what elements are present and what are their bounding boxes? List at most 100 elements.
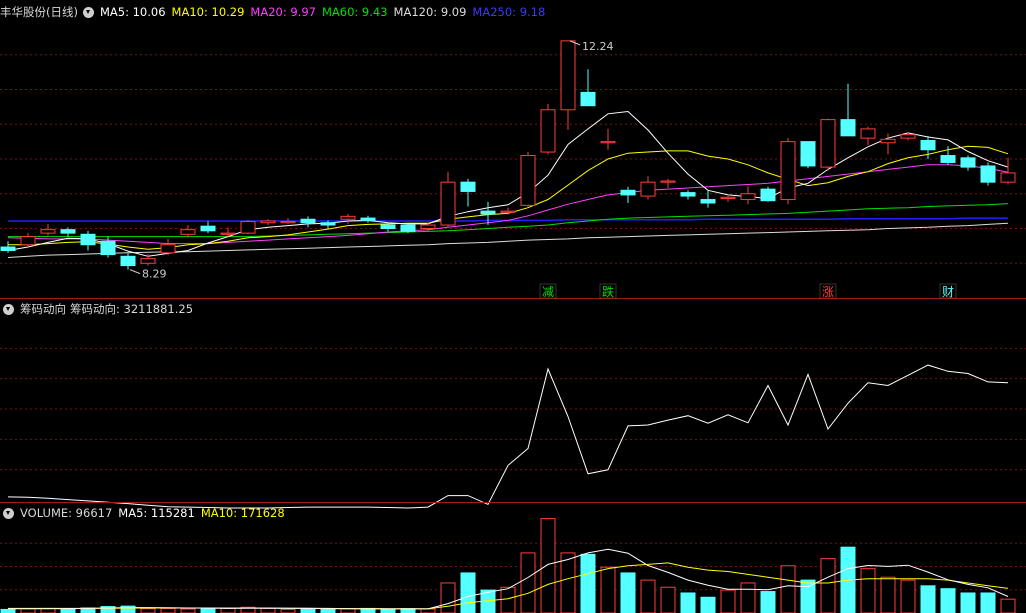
event-marker: 跌 xyxy=(602,284,614,299)
ma10-readout: MA10: 10.29 xyxy=(171,5,245,19)
volume-bar-down xyxy=(760,591,776,613)
volume-bar-down xyxy=(380,608,396,613)
volume-bar-down xyxy=(800,579,816,613)
volume-bar-down xyxy=(60,608,76,613)
candle-up xyxy=(280,221,296,224)
candle-down xyxy=(700,199,716,204)
candle-down xyxy=(620,189,636,196)
candle-up xyxy=(860,128,876,139)
volume-bar-down xyxy=(680,592,696,613)
candle-down xyxy=(680,192,696,197)
volume-bar-down xyxy=(980,592,996,613)
ma5-line xyxy=(7,110,1009,257)
ma20-readout: MA20: 9.97 xyxy=(250,5,316,19)
volume-bar-up xyxy=(220,607,236,613)
candle-down xyxy=(360,217,376,221)
chip-indicator-value: 筹码动向: 3211881.25 xyxy=(70,302,194,316)
candle-up xyxy=(780,141,796,201)
candle-up xyxy=(820,119,836,168)
volume-bar-down xyxy=(620,572,636,613)
volume-bar-up xyxy=(160,607,176,613)
candle-down xyxy=(980,165,996,183)
candle-up xyxy=(520,155,536,206)
volume-bar-down xyxy=(0,608,16,613)
candle-up xyxy=(340,215,356,220)
volume-bar-down xyxy=(580,553,596,613)
volume-bar-up xyxy=(280,608,296,613)
volume-bar-down xyxy=(920,585,936,613)
candle-down xyxy=(940,155,956,163)
candle-up xyxy=(720,196,736,199)
volume-panel-header: VOLUME: 96617 MA5: 115281 MA10: 171628 xyxy=(0,504,291,522)
panel-divider xyxy=(0,502,1026,503)
candle-up xyxy=(740,193,756,201)
candle-up xyxy=(640,181,656,197)
low-pointer xyxy=(129,269,141,275)
candle-down xyxy=(460,181,476,192)
candle-up xyxy=(420,224,436,229)
volume-bar-down xyxy=(940,588,956,613)
volume-bar-up xyxy=(560,552,576,613)
volume-bar-up xyxy=(660,586,676,613)
ma120-line xyxy=(7,222,1009,258)
event-marker: 财 xyxy=(942,285,954,299)
ma10-line xyxy=(8,145,1009,250)
candle-down xyxy=(920,139,936,151)
candle-down xyxy=(320,222,336,226)
volume-bar-up xyxy=(1000,598,1016,613)
candle-up xyxy=(220,232,236,235)
candle-up xyxy=(900,134,916,139)
dropdown-circle-icon[interactable] xyxy=(82,6,94,18)
volume-ma5-readout: MA5: 115281 xyxy=(118,506,195,520)
candle-up xyxy=(660,180,676,183)
volume-bar-up xyxy=(540,518,556,613)
volume-bar-up xyxy=(900,579,916,613)
volume-bar-up xyxy=(860,568,876,613)
candle-down xyxy=(840,119,856,137)
candle-up xyxy=(440,181,456,226)
volume-bar-up xyxy=(820,558,836,613)
volume-bar-up xyxy=(520,552,536,613)
event-marker: 减 xyxy=(542,285,554,299)
volume-ma10-readout: MA10: 171628 xyxy=(200,506,285,520)
candle-up xyxy=(880,138,896,144)
candle-up xyxy=(500,210,516,213)
candle-down xyxy=(800,141,816,167)
volume-readout: VOLUME: 96617 xyxy=(20,506,113,520)
volume-bar-up xyxy=(780,565,796,613)
price-panel-header: 丰华股份(日线) MA5: 10.06 MA10: 10.29 MA20: 9.… xyxy=(0,3,551,21)
volume-bar-up xyxy=(260,607,276,613)
candle-down xyxy=(300,218,316,224)
ma120-readout: MA120: 9.09 xyxy=(393,5,467,19)
ma250-readout: MA250: 9.18 xyxy=(472,5,546,19)
chip-indicator-name[interactable]: 筹码动向 xyxy=(20,300,66,318)
candle-down xyxy=(0,246,16,252)
panel-divider xyxy=(0,298,1026,299)
ma20-line xyxy=(7,164,1009,245)
candle-up xyxy=(20,236,36,246)
dropdown-circle-icon[interactable] xyxy=(3,303,14,315)
candle-down xyxy=(120,255,136,267)
volume-bar-down xyxy=(200,607,216,613)
candle-down xyxy=(60,229,76,234)
candle-down xyxy=(580,91,596,107)
volume-bar-up xyxy=(20,608,36,613)
volume-bar-down xyxy=(460,572,476,613)
volume-bar-up xyxy=(880,576,896,613)
stock-title[interactable]: 丰华股份(日线) xyxy=(0,3,78,21)
event-marker: 涨 xyxy=(822,284,834,299)
volume-bar-down xyxy=(700,596,716,613)
candle-down xyxy=(100,240,116,256)
volume-bar-up xyxy=(440,582,456,613)
candle-up xyxy=(40,229,56,234)
dropdown-circle-icon[interactable] xyxy=(3,507,14,519)
candle-down xyxy=(760,188,776,202)
candle-up xyxy=(140,258,156,264)
candle-up xyxy=(560,40,576,111)
volume-bar-up xyxy=(180,608,196,613)
volume-bar-up xyxy=(600,566,616,613)
volume-bar-up xyxy=(420,608,436,613)
candle-down xyxy=(80,233,96,246)
candle-down xyxy=(960,157,976,168)
volume-bar-down xyxy=(300,608,316,613)
